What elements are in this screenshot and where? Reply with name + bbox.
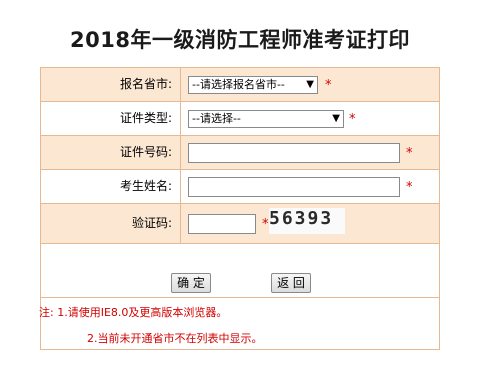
- id-number-required-mark: *: [406, 146, 413, 161]
- name-label: 考生姓名:: [41, 170, 181, 203]
- captcha-input[interactable]: [188, 214, 256, 234]
- name-required-mark: *: [406, 180, 413, 195]
- back-button[interactable]: 返 回: [271, 273, 311, 293]
- notes-section: 注: 1.请使用IE8.0及更高版本浏览器。 2.当前未开通省市不在列表中显示。: [39, 297, 439, 349]
- page-title: 2018年一级消防工程师准考证打印: [70, 28, 410, 52]
- confirm-button[interactable]: 确 定: [171, 273, 211, 293]
- captcha-label: 验证码:: [41, 204, 181, 243]
- id-number-label: 证件号码:: [41, 136, 181, 169]
- id-type-label: 证件类型:: [41, 102, 181, 135]
- id-type-select[interactable]: --请选择-- ▼: [188, 110, 344, 128]
- id-number-row: 证件号码: *: [41, 136, 439, 170]
- name-row: 考生姓名: *: [41, 170, 439, 204]
- province-row: 报名省市: --请选择报名省市-- ▼ *: [41, 68, 439, 102]
- captcha-image[interactable]: 56393: [269, 208, 345, 234]
- province-label: 报名省市:: [41, 68, 181, 101]
- chevron-down-icon: ▼: [332, 113, 340, 124]
- captcha-required-mark: *: [262, 217, 269, 232]
- name-input[interactable]: [188, 177, 400, 197]
- province-required-mark: *: [325, 78, 332, 93]
- id-number-input[interactable]: [188, 143, 400, 163]
- id-type-select-value: --请选择--: [192, 112, 241, 125]
- note-2: 2.当前未开通省市不在列表中显示。: [87, 332, 263, 345]
- province-select-value: --请选择报名省市--: [192, 78, 285, 91]
- captcha-row: 验证码: *: [41, 204, 439, 244]
- note-1: 注: 1.请使用IE8.0及更高版本浏览器。: [39, 306, 228, 319]
- id-type-row: 证件类型: --请选择-- ▼ *: [41, 102, 439, 136]
- chevron-down-icon: ▼: [306, 79, 314, 90]
- id-type-required-mark: *: [349, 112, 356, 127]
- province-select[interactable]: --请选择报名省市-- ▼: [188, 76, 318, 94]
- ticket-print-form: 报名省市: --请选择报名省市-- ▼ * 证件类型: --请选择-- ▼ * …: [39, 67, 440, 350]
